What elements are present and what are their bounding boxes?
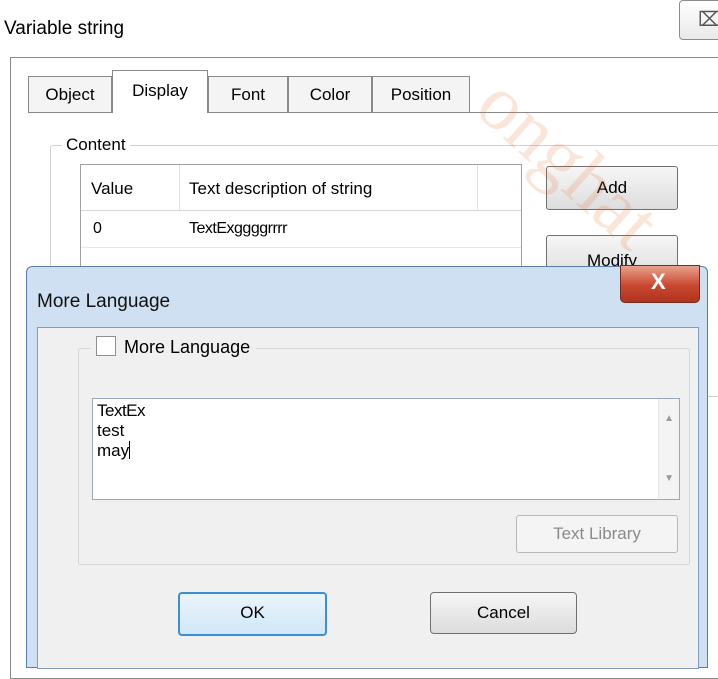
tab-position[interactable]: Position	[372, 76, 470, 112]
more-language-dialog: More Language X More Language TextEx tes…	[26, 265, 708, 669]
outer-window-title: Variable string	[4, 18, 125, 39]
table-header: Value Text description of string	[81, 165, 521, 211]
text-line: TextEx	[97, 401, 146, 420]
dialog-title: More Language	[37, 291, 171, 312]
scroll-up-arrow-icon[interactable]: ▲	[664, 413, 674, 424]
text-line-with-caret: may	[97, 441, 131, 461]
tab-font[interactable]: Font	[208, 76, 288, 112]
column-header-text[interactable]: Text description of string	[179, 165, 478, 210]
outer-close-button[interactable]: ⌧	[679, 0, 718, 40]
scroll-down-arrow-icon[interactable]: ▼	[664, 473, 674, 484]
language-textarea[interactable]: TextEx test may ▲ ▼	[92, 398, 680, 500]
ok-button[interactable]: OK	[178, 592, 327, 636]
dialog-body: More Language TextEx test may ▲ ▼ Text L…	[37, 327, 699, 669]
cell-text: TextExggggrrrr	[189, 220, 287, 237]
content-group-label: Content	[62, 135, 130, 155]
more-language-checkbox[interactable]	[96, 336, 116, 356]
add-button[interactable]: Add	[546, 166, 678, 210]
column-header-value[interactable]: Value	[81, 165, 180, 210]
textarea-scrollbar[interactable]: ▲ ▼	[658, 399, 679, 499]
tab-display[interactable]: Display	[112, 70, 208, 113]
more-language-checkbox-label: More Language	[124, 337, 251, 357]
dialog-close-button[interactable]: X	[620, 265, 700, 303]
cancel-button[interactable]: Cancel	[430, 592, 577, 634]
text-line: may	[97, 441, 130, 460]
table-row[interactable]: 0 TextExggggrrrr	[81, 211, 521, 248]
text-caret	[129, 441, 131, 459]
text-library-button[interactable]: Text Library	[516, 515, 678, 553]
close-icon: X	[651, 269, 666, 294]
tab-object[interactable]: Object	[28, 76, 112, 112]
close-icon: ⌧	[698, 9, 718, 31]
text-line: test	[97, 421, 125, 440]
tab-color[interactable]: Color	[288, 76, 372, 112]
cell-value: 0	[93, 220, 102, 237]
more-language-checkbox-row[interactable]: More Language	[90, 335, 257, 359]
string-table: Value Text description of string 0 TextE…	[80, 164, 522, 276]
column-header-extra	[477, 165, 521, 210]
